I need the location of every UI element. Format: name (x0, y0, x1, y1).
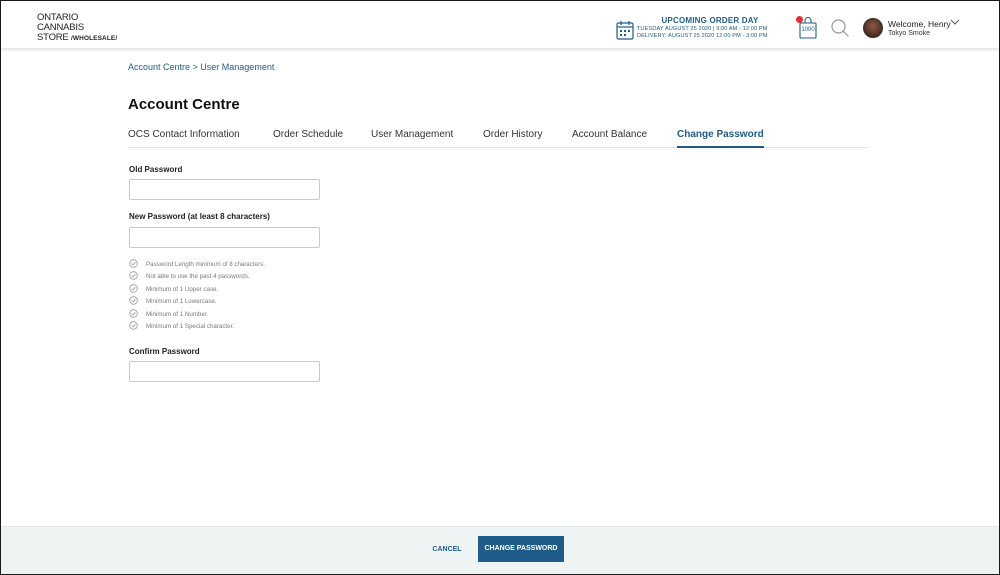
password-rule-text: Minimum of 1 Special character. (146, 323, 235, 330)
logo-line-3: STORE /WHOLESALE/ (37, 33, 117, 44)
cart-button[interactable]: 1000 (796, 16, 819, 44)
logo-store: STORE (37, 32, 69, 43)
password-rule-text: Not able to use the past 4 passwords. (146, 273, 250, 280)
delivery-line: DELIVERY: AUGUST 25 2020 12:00 PM - 3:00… (637, 33, 768, 39)
top-header: ONTARIO CANNABIS STORE /WHOLESALE/ UPCOM… (1, 1, 999, 48)
app-frame: ONTARIO CANNABIS STORE /WHOLESALE/ UPCOM… (0, 0, 1000, 575)
chevron-down-icon[interactable] (950, 18, 960, 26)
old-password-label: Old Password (129, 165, 183, 174)
password-rule-text: Minimum of 1 Upper case. (146, 286, 219, 293)
tab-user-management[interactable]: User Management (371, 129, 453, 148)
welcome-text[interactable]: Welcome, Henry (888, 19, 951, 29)
tab-ocs-contact-information[interactable]: OCS Contact Information (128, 129, 240, 148)
new-password-input[interactable] (129, 227, 320, 248)
cancel-button[interactable]: CANCEL (423, 543, 471, 557)
logo-wholesale: /WHOLESALE/ (71, 35, 118, 42)
check-circle-icon (129, 259, 138, 268)
order-day-line: TUESDAY AUGUST 25 2020 | 9:00 AM - 12:00… (637, 26, 768, 32)
check-circle-icon (129, 309, 138, 318)
avatar[interactable] (863, 18, 883, 38)
cart-notification-dot (796, 16, 803, 23)
new-password-label: New Password (at least 8 characters) (129, 212, 270, 221)
upcoming-order-title: UPCOMING ORDER DAY (661, 16, 759, 25)
password-rule-text: Password Length minimum of 8 characters. (146, 261, 265, 268)
tab-account-balance[interactable]: Account Balance (572, 129, 647, 148)
page-title: Account Centre (128, 96, 240, 113)
check-circle-icon (129, 321, 138, 330)
search-icon[interactable] (830, 18, 850, 38)
tab-order-history[interactable]: Order History (483, 129, 542, 148)
cart-count: 1000 (801, 27, 815, 33)
breadcrumb[interactable]: Account Centre > User Management (128, 62, 274, 72)
tab-change-password[interactable]: Change Password (677, 129, 764, 148)
tab-order-schedule[interactable]: Order Schedule (273, 129, 343, 148)
calendar-icon (616, 21, 634, 40)
account-tabs: OCS Contact Information Order Schedule U… (128, 129, 868, 148)
change-password-button[interactable]: CHANGE PASSWORD (478, 536, 564, 562)
logo[interactable]: ONTARIO CANNABIS STORE /WHOLESALE/ (37, 13, 117, 44)
form-footer: CANCEL CHANGE PASSWORD (1, 526, 999, 574)
password-rule-text: Minimum of 1 Number. (146, 311, 209, 318)
check-circle-icon (129, 296, 138, 305)
upcoming-order-info: UPCOMING ORDER DAY TUESDAY AUGUST 25 202… (637, 16, 783, 39)
old-password-input[interactable] (129, 179, 320, 200)
store-name: Tokyo Smoke (888, 30, 931, 37)
confirm-password-input[interactable] (129, 361, 320, 382)
check-circle-icon (129, 271, 138, 280)
password-rule-text: Minimum of 1 Lowercase. (146, 298, 217, 305)
check-circle-icon (129, 284, 138, 293)
confirm-password-label: Confirm Password (129, 347, 200, 356)
